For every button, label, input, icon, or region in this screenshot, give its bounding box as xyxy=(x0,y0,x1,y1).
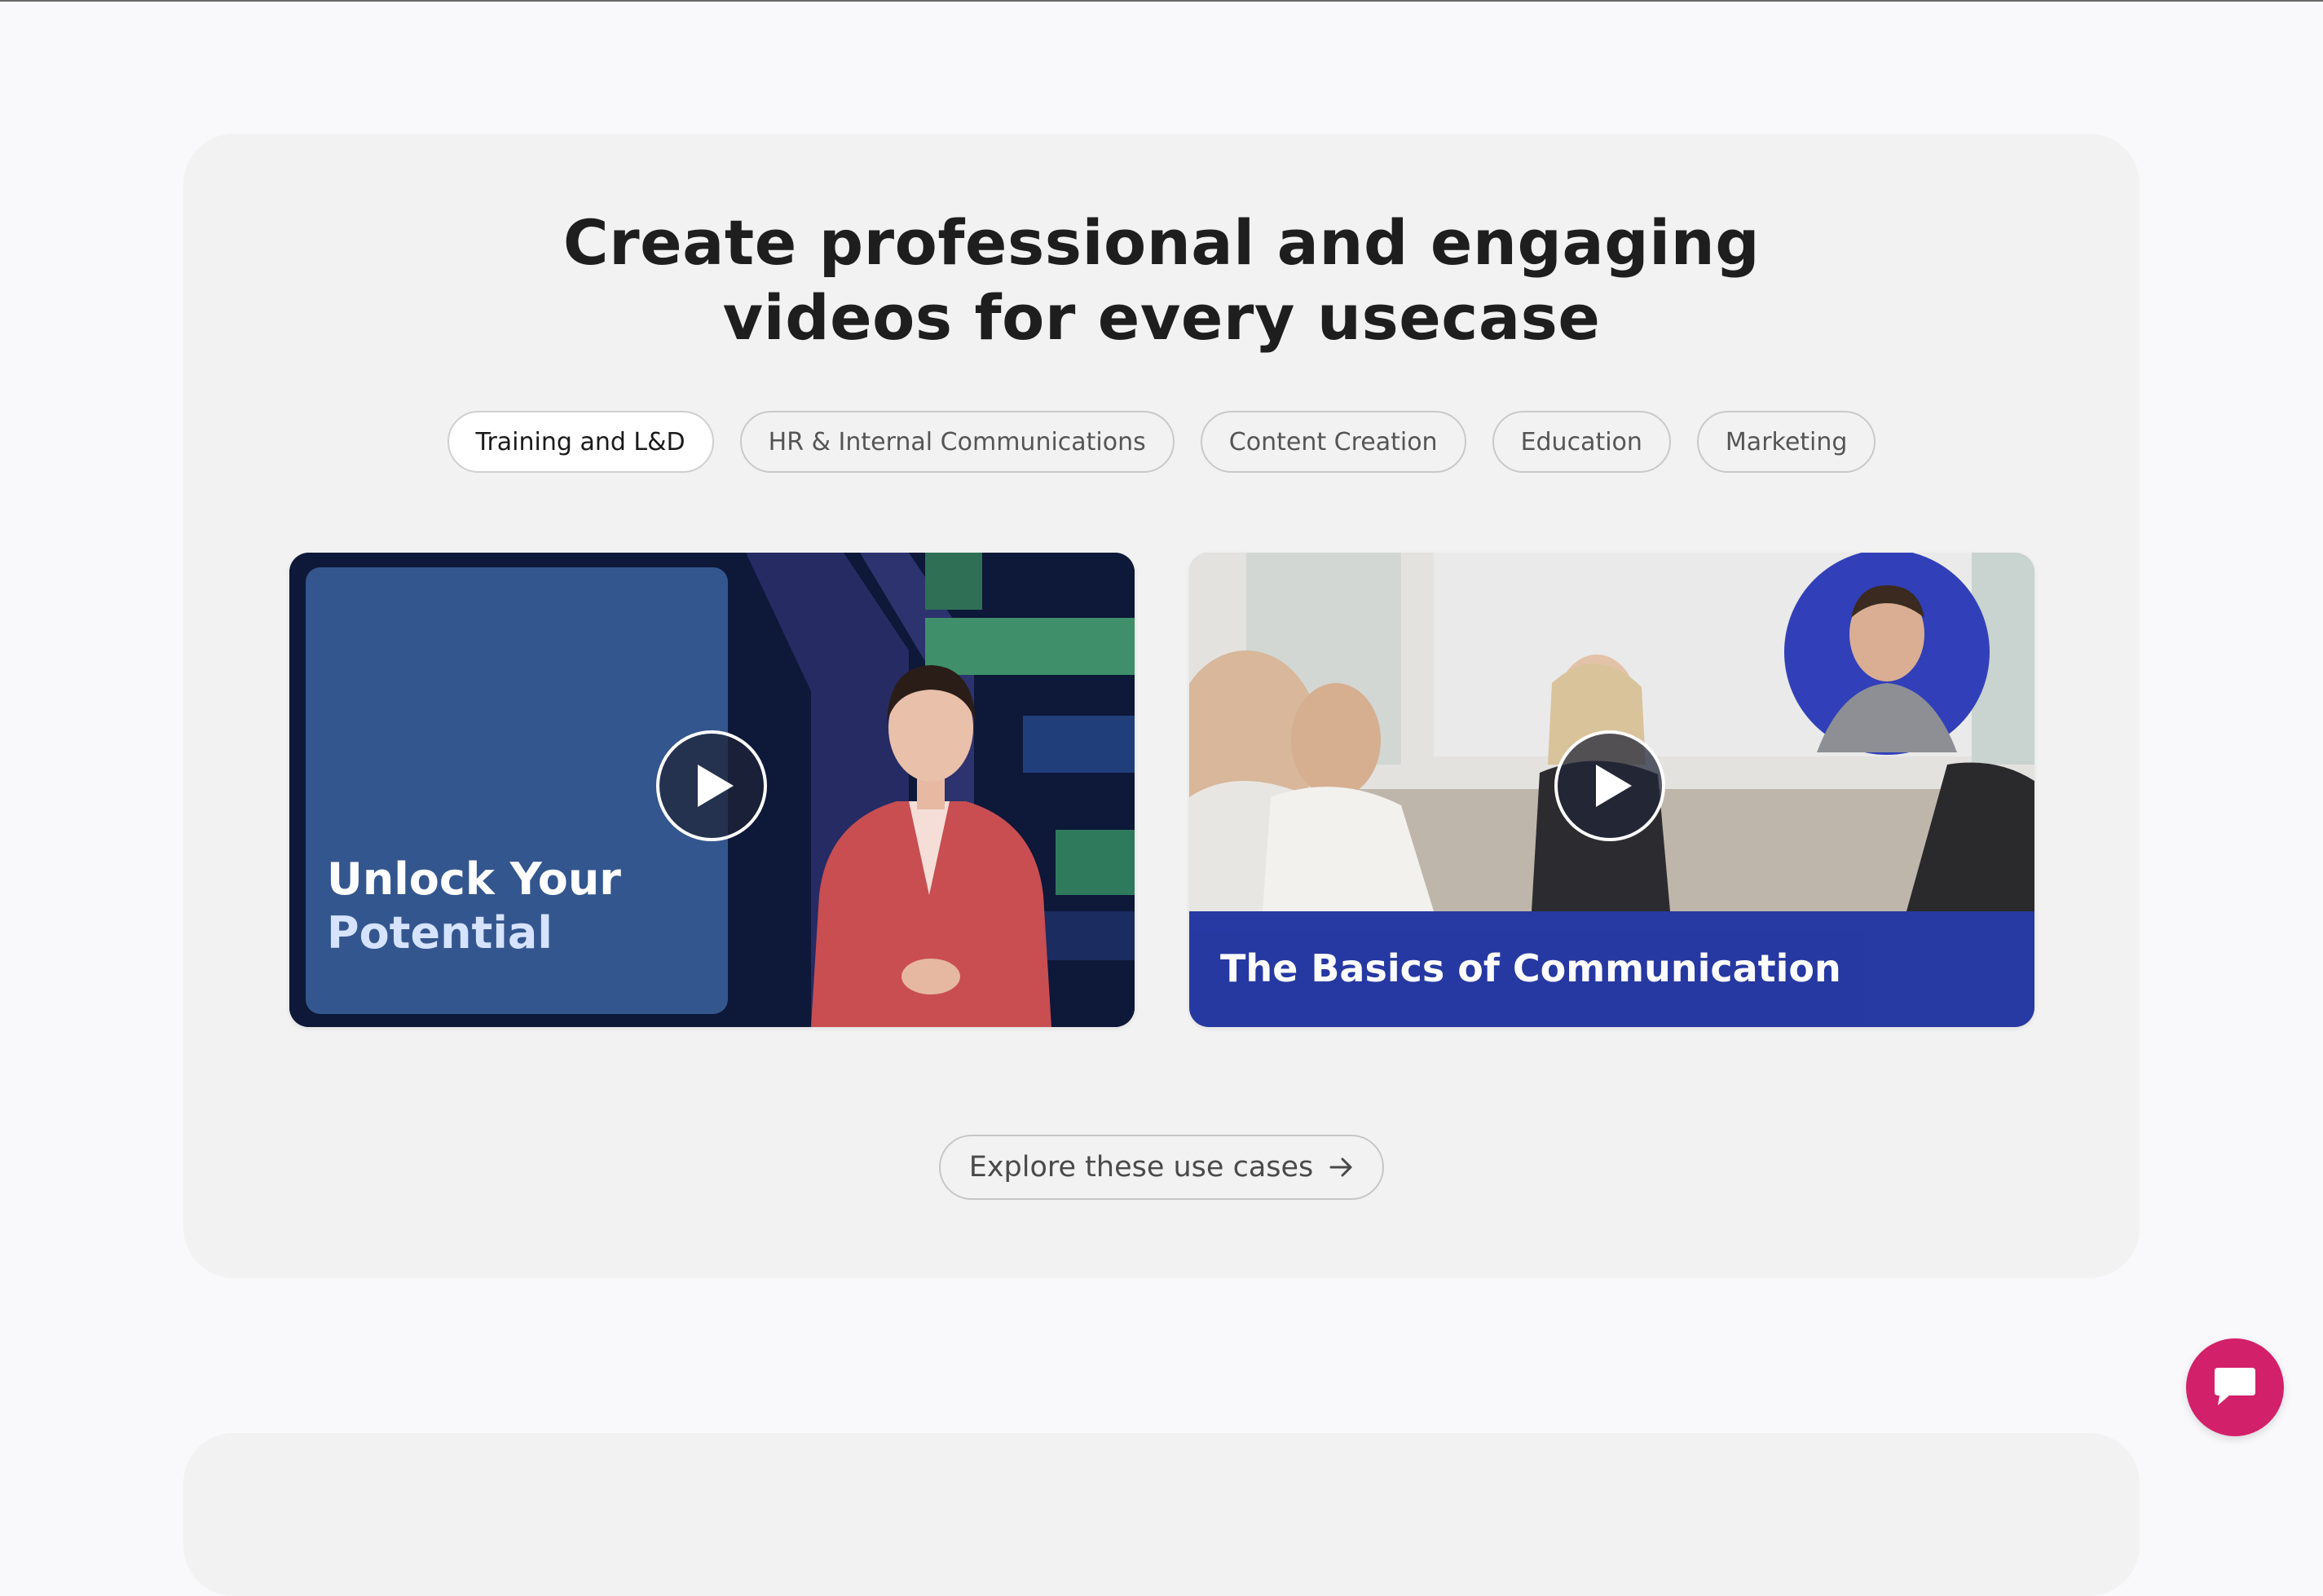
video-title-line-1: Unlock Your xyxy=(327,853,621,905)
tab-marketing[interactable]: Marketing xyxy=(1696,411,1876,473)
section-headline: Create professional and engaging videos … xyxy=(183,205,2140,355)
video-title-basics-of-communication: The Basics of Communication xyxy=(1220,946,1841,990)
video-title-line-2: Potential xyxy=(327,907,553,959)
use-cases-section: Create professional and engaging videos … xyxy=(183,134,2140,1278)
explore-label: Explore these use cases xyxy=(968,1151,1314,1184)
play-button[interactable] xyxy=(656,730,767,841)
video-card-unlock-your-potential[interactable]: Unlock Your Potential xyxy=(289,553,1135,1027)
chat-bubble-icon xyxy=(2215,1368,2255,1405)
play-icon xyxy=(1596,765,1632,807)
play-button[interactable] xyxy=(1554,730,1665,841)
chat-launcher-button[interactable] xyxy=(2186,1338,2284,1436)
use-case-tabs: Training and L&D HR & Internal Communica… xyxy=(183,411,2140,473)
play-icon xyxy=(698,765,734,807)
video-card-basics-of-communication[interactable]: The Basics of Communication xyxy=(1189,553,2034,1027)
explore-use-cases-button[interactable]: Explore these use cases xyxy=(939,1135,1384,1200)
tab-training-and-ld[interactable]: Training and L&D xyxy=(447,411,714,473)
tab-hr-internal-communications[interactable]: HR & Internal Communications xyxy=(739,411,1175,473)
video-caption-bar: The Basics of Communication xyxy=(1189,911,2034,1027)
headline-line-1: Create professional and engaging xyxy=(562,206,1761,279)
headline-line-2: videos for every usecase xyxy=(722,281,1601,354)
tab-content-creation[interactable]: Content Creation xyxy=(1200,411,1466,473)
next-section-panel xyxy=(183,1433,2140,1596)
arrow-right-icon xyxy=(1329,1157,1352,1177)
video-title-unlock-your-potential: Unlock Your Potential xyxy=(327,853,685,960)
tab-education[interactable]: Education xyxy=(1492,411,1671,473)
